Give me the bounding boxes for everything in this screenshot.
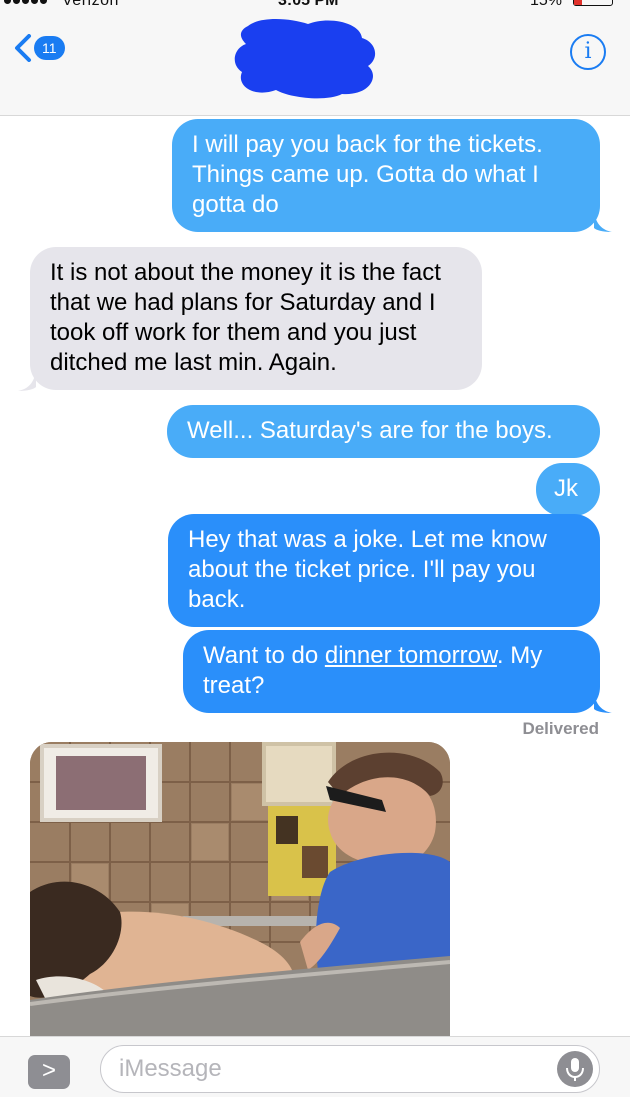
bubble-tail <box>594 212 612 232</box>
photo-attachment[interactable] <box>30 742 450 1037</box>
battery-percent: 15% <box>530 0 563 9</box>
nav-bar: Verizon 3:05 PM 15% 11 i <box>0 0 630 116</box>
dinner-tomorrow-link[interactable]: dinner tomorrow <box>325 642 497 669</box>
microphone-icon <box>566 1058 584 1081</box>
message-field[interactable] <box>100 1045 600 1093</box>
carrier-label: Verizon <box>62 0 119 9</box>
signal-icon <box>4 0 47 4</box>
unread-count-badge: 11 <box>34 36 65 60</box>
bubble-tail <box>594 693 612 713</box>
chevron-left-icon <box>15 34 31 62</box>
message-thread[interactable]: I will pay you back for the tickets. Thi… <box>0 116 630 1037</box>
message-bubble-sent[interactable]: Jk <box>536 463 600 516</box>
message-text: Jk <box>554 475 578 502</box>
contact-redaction <box>234 19 376 99</box>
message-text-before-link: Want to do <box>203 642 325 669</box>
message-text: Well... Saturday's are for the boys. <box>187 417 553 444</box>
clock: 3:05 PM <box>278 0 339 9</box>
message-bubble-sent[interactable]: Well... Saturday's are for the boys. <box>167 405 600 458</box>
delivered-status: Delivered <box>522 719 599 738</box>
apps-expand-button[interactable]: > <box>28 1055 70 1089</box>
back-button[interactable]: 11 <box>14 34 65 62</box>
chevron-right-icon: > <box>41 1057 56 1084</box>
input-bar: > <box>0 1036 630 1097</box>
message-bubble-received[interactable]: It is not about the money it is the fact… <box>30 247 482 390</box>
message-bubble-sent[interactable]: Want to do dinner tomorrow. My treat? <box>183 630 600 713</box>
photo-image <box>30 742 450 1037</box>
battery-icon <box>573 0 613 6</box>
bubble-tail <box>18 371 36 391</box>
info-button[interactable]: i <box>570 34 606 70</box>
message-input[interactable] <box>119 1054 539 1084</box>
message-bubble-sent[interactable]: Hey that was a joke. Let me know about t… <box>168 514 600 627</box>
message-text: It is not about the money it is the fact… <box>50 259 441 376</box>
message-bubble-sent[interactable]: I will pay you back for the tickets. Thi… <box>172 119 600 232</box>
info-icon: i <box>584 39 592 64</box>
microphone-button[interactable] <box>557 1051 593 1087</box>
message-text: Hey that was a joke. Let me know about t… <box>188 526 547 613</box>
message-text: I will pay you back for the tickets. Thi… <box>192 131 543 218</box>
